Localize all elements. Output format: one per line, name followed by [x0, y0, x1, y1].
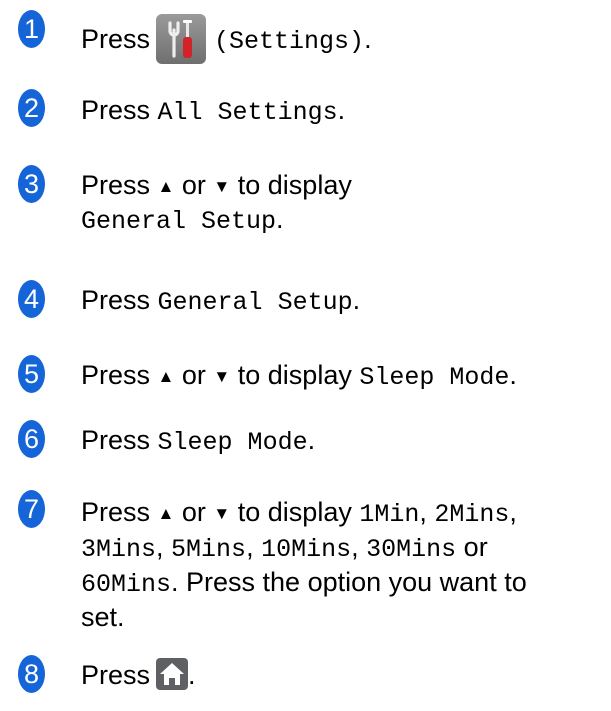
comma: ,	[351, 532, 359, 562]
step-text: Press (Settings).	[81, 14, 372, 66]
comma: ,	[156, 532, 164, 562]
step-number: 2	[23, 92, 40, 123]
press-word: Press	[81, 24, 151, 55]
option-60mins: 60Mins	[81, 570, 172, 599]
press-word: Press	[81, 285, 151, 315]
step-number-badge: 4	[18, 280, 45, 318]
press-word: Press	[81, 170, 151, 200]
or-word: or	[181, 170, 206, 200]
step-text: Press ▲ or ▼ to display Sleep Mode.	[81, 360, 517, 393]
step-number-badge: 1	[18, 10, 45, 48]
period: .	[352, 285, 361, 315]
option-1min: 1Min	[359, 500, 420, 529]
press-word: Press	[81, 497, 151, 527]
step-number-badge: 7	[18, 490, 45, 528]
down-arrow-icon: ▼	[213, 177, 231, 196]
step-text: Press All Settings.	[81, 95, 345, 128]
comma: ,	[509, 497, 517, 527]
step-number: 4	[23, 283, 40, 314]
option-30mins: 30Mins	[366, 535, 457, 564]
option-label: General Setup	[81, 207, 277, 236]
period: .	[509, 360, 517, 390]
to-display-text: to display	[237, 497, 352, 527]
option-5mins: 5Mins	[171, 535, 247, 564]
step-number: 1	[23, 13, 40, 44]
settings-tools-icon	[156, 14, 207, 64]
step-number-badge: 3	[18, 165, 45, 203]
to-display-text: to display	[237, 360, 352, 390]
press-word: Press	[81, 95, 151, 125]
step-text: Press Sleep Mode.	[81, 425, 315, 458]
down-arrow-icon: ▼	[213, 504, 231, 523]
up-arrow-icon: ▲	[157, 177, 175, 196]
up-arrow-icon: ▲	[157, 367, 175, 386]
step-number-badge: 6	[18, 420, 45, 458]
period: .	[364, 24, 372, 55]
step-number: 7	[23, 493, 40, 524]
option-2mins: 2Mins	[434, 500, 510, 529]
option-3mins: 3Mins	[81, 535, 157, 564]
step-number: 3	[23, 168, 40, 199]
step-number-badge: 2	[18, 89, 45, 127]
instruction-text-end: set.	[81, 602, 125, 632]
option-label: All Settings	[157, 98, 338, 127]
step-text: Press ▲ or ▼ to display General Setup.	[81, 170, 352, 237]
or-word: or	[181, 360, 206, 390]
step-text: Press ▲ or ▼ to display 1Min, 2Mins, 3Mi…	[81, 496, 527, 634]
step-text: Press.	[81, 657, 196, 693]
press-word: Press	[81, 360, 151, 390]
press-word: Press	[81, 660, 151, 690]
down-arrow-icon: ▼	[213, 367, 231, 386]
period: .	[188, 660, 196, 690]
period: .	[307, 425, 316, 455]
or-word: or	[463, 532, 488, 562]
period: .	[337, 95, 346, 125]
step-number-badge: 8	[18, 655, 45, 693]
option-label: Sleep Mode	[157, 428, 308, 457]
press-word: Press	[81, 425, 151, 455]
comma: ,	[419, 497, 427, 527]
option-label: Sleep Mode	[359, 363, 510, 392]
up-arrow-icon: ▲	[157, 504, 175, 523]
step-number: 8	[23, 658, 40, 689]
option-label: General Setup	[157, 288, 353, 317]
period: .	[276, 204, 284, 234]
step-text: Press General Setup.	[81, 285, 360, 318]
settings-label: (Settings)	[214, 27, 365, 57]
step-number: 5	[23, 358, 40, 389]
step-number-badge: 5	[18, 355, 45, 393]
comma: ,	[246, 532, 254, 562]
step-number: 6	[23, 423, 40, 454]
or-word: or	[181, 497, 206, 527]
home-icon	[156, 657, 189, 690]
instruction-text: . Press the option you want to	[171, 567, 527, 597]
to-display-text: to display	[237, 170, 352, 200]
option-10mins: 10Mins	[261, 535, 352, 564]
